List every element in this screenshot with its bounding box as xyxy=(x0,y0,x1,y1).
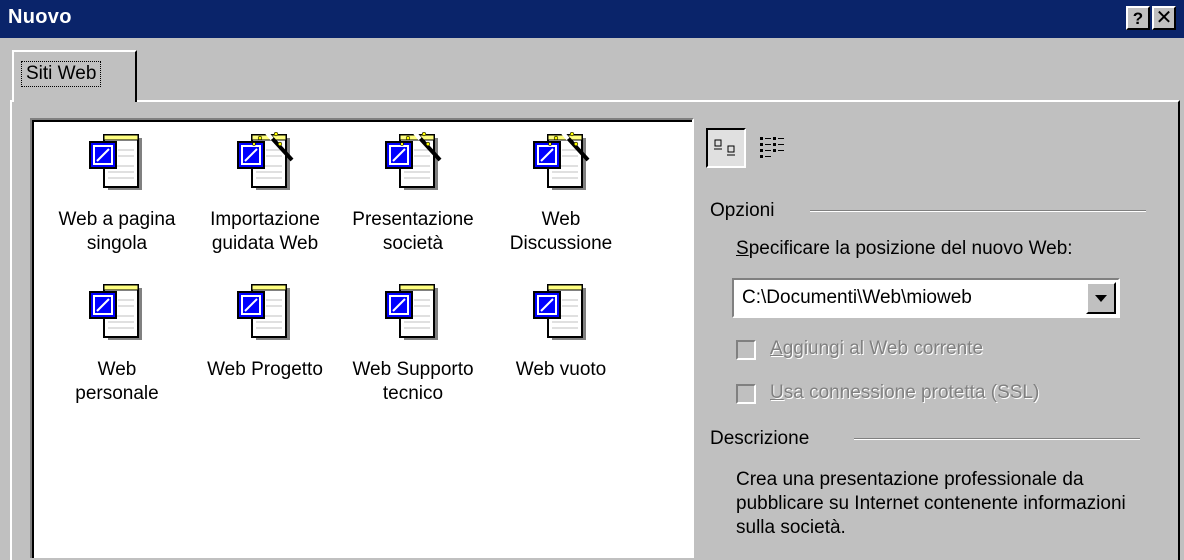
template-label: Web Supporto tecnico xyxy=(352,359,474,404)
location-label: Specificare la posizione del nuovo Web: xyxy=(736,238,1073,259)
list-view-button[interactable] xyxy=(752,128,792,168)
web-wizard-icon xyxy=(230,132,300,202)
title-bar: Nuovo ? ✕ xyxy=(0,0,1184,38)
tab-siti-web[interactable]: Siti Web xyxy=(12,50,137,102)
web-wizard-icon xyxy=(378,132,448,202)
template-label: Web personale xyxy=(75,359,159,404)
close-button[interactable]: ✕ xyxy=(1152,6,1176,30)
location-combobox[interactable]: C:\Documenti\Web\mioweb xyxy=(732,278,1120,318)
template-label: Importazione guidata Web xyxy=(210,209,320,254)
template-label: Web vuoto xyxy=(515,359,607,380)
add-to-current-web-checkbox[interactable] xyxy=(736,340,756,360)
web-page-icon xyxy=(89,134,143,191)
template-item[interactable]: Web a pagina singola xyxy=(42,132,192,256)
tab-label: Siti Web xyxy=(20,61,102,87)
add-to-current-web-label: Aggiungi al Web corrente xyxy=(770,338,984,359)
options-heading: Opzioni xyxy=(710,200,775,221)
secure-connection-label: Usa connessione protetta (SSL) xyxy=(770,382,1040,403)
close-icon: ✕ xyxy=(1155,7,1173,29)
web-page-icon xyxy=(89,284,143,341)
window-title: Nuovo xyxy=(8,6,72,28)
web-page-icon xyxy=(237,284,291,341)
template-item[interactable]: Web Supporto tecnico xyxy=(338,282,488,406)
description-divider xyxy=(854,438,1140,440)
help-icon: ? xyxy=(1132,8,1144,28)
web-page-icon xyxy=(385,284,439,341)
template-label: Web a pagina singola xyxy=(58,209,176,254)
template-label: Web Progetto xyxy=(207,359,323,380)
list-view-icon xyxy=(760,137,784,158)
options-divider xyxy=(810,210,1146,212)
help-button[interactable]: ? xyxy=(1126,6,1150,30)
large-icons-view-button[interactable] xyxy=(706,128,746,168)
template-item[interactable]: Importazione guidata Web xyxy=(190,132,340,256)
template-item[interactable]: Web Progetto xyxy=(190,282,340,382)
description-text: Crea una presentazione professionale da … xyxy=(736,469,1126,538)
web-wizard-icon xyxy=(526,132,596,202)
template-item[interactable]: Web personale xyxy=(42,282,192,406)
chevron-down-icon xyxy=(1095,295,1107,302)
template-item[interactable]: Presentazione società xyxy=(338,132,488,256)
description-heading: Descrizione xyxy=(710,428,810,449)
template-list[interactable]: Web a pagina singola Importazione guidat… xyxy=(30,118,694,558)
template-item[interactable]: Web Discussione xyxy=(486,132,636,256)
location-value[interactable]: C:\Documenti\Web\mioweb xyxy=(742,287,972,309)
web-page-icon xyxy=(533,284,587,341)
location-dropdown-button[interactable] xyxy=(1086,282,1116,314)
large-icons-icon xyxy=(714,139,735,156)
template-label: Presentazione società xyxy=(352,209,474,254)
secure-connection-checkbox[interactable] xyxy=(736,384,756,404)
template-label: Web Discussione xyxy=(509,209,613,254)
template-item[interactable]: Web vuoto xyxy=(486,282,636,382)
